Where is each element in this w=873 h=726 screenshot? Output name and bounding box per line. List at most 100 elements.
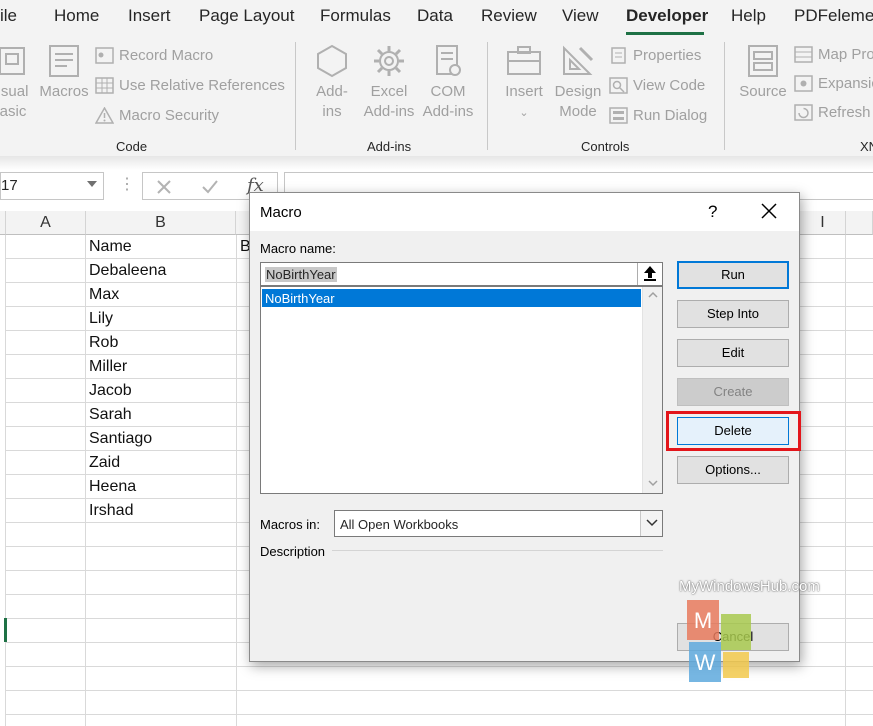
column-header-j[interactable]: [846, 211, 873, 235]
expansion-packs-icon: [794, 75, 813, 92]
view-code-icon: [609, 77, 628, 94]
confirm-entry-icon[interactable]: [201, 179, 219, 195]
insert-control-label: Insert: [505, 83, 543, 100]
group-separator: [724, 42, 725, 150]
com-add-ins-button[interactable]: COM Add-ins: [420, 44, 476, 122]
cell-b[interactable]: Sarah: [89, 406, 132, 424]
cell-b[interactable]: Jacob: [89, 382, 132, 400]
column-header-b[interactable]: B: [86, 211, 236, 235]
cell-b-header[interactable]: Name: [89, 238, 132, 256]
grid-line: [845, 235, 846, 726]
watermark-letter-w: W: [695, 650, 716, 675]
tab-help[interactable]: Help: [731, 6, 766, 26]
macros-in-label: Macros in:: [260, 517, 320, 532]
cancel-entry-icon[interactable]: [156, 179, 172, 195]
ribbon-tabs: ile Home Insert Page Layout Formulas Dat…: [0, 0, 873, 36]
cell-b[interactable]: Santiago: [89, 430, 152, 448]
macro-list-scrollbar[interactable]: [642, 287, 662, 493]
tab-data[interactable]: Data: [417, 6, 453, 26]
edit-button[interactable]: Edit: [677, 339, 789, 367]
excel-add-ins-button[interactable]: Excel Add-ins: [361, 44, 417, 122]
visual-basic-button[interactable]: isual asic: [0, 44, 32, 122]
collapse-dialog-button[interactable]: [637, 263, 662, 285]
cell-b[interactable]: Miller: [89, 358, 127, 376]
visual-basic-label-1: isual: [0, 83, 29, 100]
cell-b[interactable]: Debaleena: [89, 262, 166, 280]
delete-highlight-box: [666, 411, 801, 451]
tab-page-layout[interactable]: Page Layout: [199, 6, 294, 26]
add-ins-label-1: Add-: [316, 83, 348, 100]
description-label: Description: [260, 544, 326, 559]
run-button[interactable]: Run: [677, 261, 789, 289]
macros-button[interactable]: Macros: [38, 44, 90, 102]
dialog-title-bar[interactable]: Macro ?: [250, 193, 799, 231]
drag-handle-icon[interactable]: ⋮: [119, 174, 135, 194]
watermark-letter-m: M: [694, 608, 712, 633]
column-header-c[interactable]: [236, 211, 250, 235]
tab-view[interactable]: View: [562, 6, 599, 26]
add-ins-button[interactable]: Add- ins: [310, 44, 354, 122]
excel-add-ins-label-2: Add-ins: [363, 103, 415, 120]
create-button[interactable]: Create: [677, 378, 789, 406]
group-separator: [487, 42, 488, 150]
list-item[interactable]: NoBirthYear: [262, 289, 641, 307]
macro-name-value: NoBirthYear: [265, 267, 337, 282]
properties-button[interactable]: Properties: [609, 47, 701, 64]
source-button[interactable]: Source: [737, 44, 789, 102]
tab-home[interactable]: Home: [54, 6, 99, 26]
map-properties-button[interactable]: Map Pro: [794, 46, 873, 63]
use-relative-references-button[interactable]: Use Relative References: [95, 77, 285, 94]
cell-b[interactable]: Lily: [89, 310, 113, 328]
macros-icon: [49, 45, 79, 77]
scroll-up-icon[interactable]: [648, 291, 658, 299]
properties-icon: [611, 47, 626, 64]
source-icon: [748, 45, 778, 77]
design-mode-button[interactable]: Design Mode: [552, 44, 604, 122]
macros-in-dropdown-button[interactable]: [640, 511, 662, 536]
grid-line: [236, 235, 237, 726]
record-macro-button[interactable]: Record Macro: [95, 47, 213, 64]
macros-in-select[interactable]: All Open Workbooks: [334, 510, 663, 537]
close-icon[interactable]: [758, 200, 780, 222]
cell-b[interactable]: Irshad: [89, 502, 133, 520]
cell-b[interactable]: Max: [89, 286, 119, 304]
run-dialog-label: Run Dialog: [633, 107, 708, 124]
step-into-button[interactable]: Step Into: [677, 300, 789, 328]
run-dialog-button[interactable]: Run Dialog: [609, 107, 707, 124]
cell-b[interactable]: Heena: [89, 478, 136, 496]
expansion-packs-button[interactable]: Expansic: [794, 75, 873, 92]
description-divider: [332, 550, 663, 551]
toolbox-icon: [507, 46, 541, 75]
tab-review[interactable]: Review: [481, 6, 537, 26]
cell-b[interactable]: Zaid: [89, 454, 120, 472]
xml-group-label: XN: [860, 139, 873, 154]
macro-security-button[interactable]: Macro Security: [95, 107, 219, 124]
tab-file[interactable]: ile: [0, 6, 17, 26]
dialog-title: Macro: [260, 204, 302, 221]
add-ins-group-label: Add-ins: [367, 139, 412, 154]
cell-b[interactable]: Rob: [89, 334, 118, 352]
options-button[interactable]: Options...: [677, 456, 789, 484]
tab-developer[interactable]: Developer: [626, 6, 708, 26]
view-code-button[interactable]: View Code: [609, 77, 705, 94]
macro-name-input[interactable]: NoBirthYear: [260, 262, 663, 286]
macro-list[interactable]: NoBirthYear: [260, 286, 663, 494]
controls-group-label: Controls: [581, 139, 630, 154]
help-button[interactable]: ?: [708, 202, 717, 222]
tab-pdfelement[interactable]: PDFelemen: [794, 6, 873, 26]
scroll-down-icon[interactable]: [648, 479, 658, 487]
refresh-data-button[interactable]: Refresh: [794, 104, 871, 121]
refresh-data-label: Refresh: [818, 104, 871, 121]
column-header-i[interactable]: I: [800, 211, 846, 235]
chevron-down-icon[interactable]: [87, 181, 97, 187]
map-properties-label: Map Pro: [818, 46, 873, 63]
grid-line: [6, 690, 873, 691]
insert-control-button[interactable]: Insert ⌄: [502, 44, 546, 123]
tab-formulas[interactable]: Formulas: [320, 6, 391, 26]
column-header-a[interactable]: A: [6, 211, 86, 235]
name-box[interactable]: 17: [0, 172, 104, 200]
active-row-indicator: [4, 618, 7, 642]
warning-icon: [95, 107, 114, 124]
tab-insert[interactable]: Insert: [128, 6, 171, 26]
gear-icon: [374, 46, 404, 76]
